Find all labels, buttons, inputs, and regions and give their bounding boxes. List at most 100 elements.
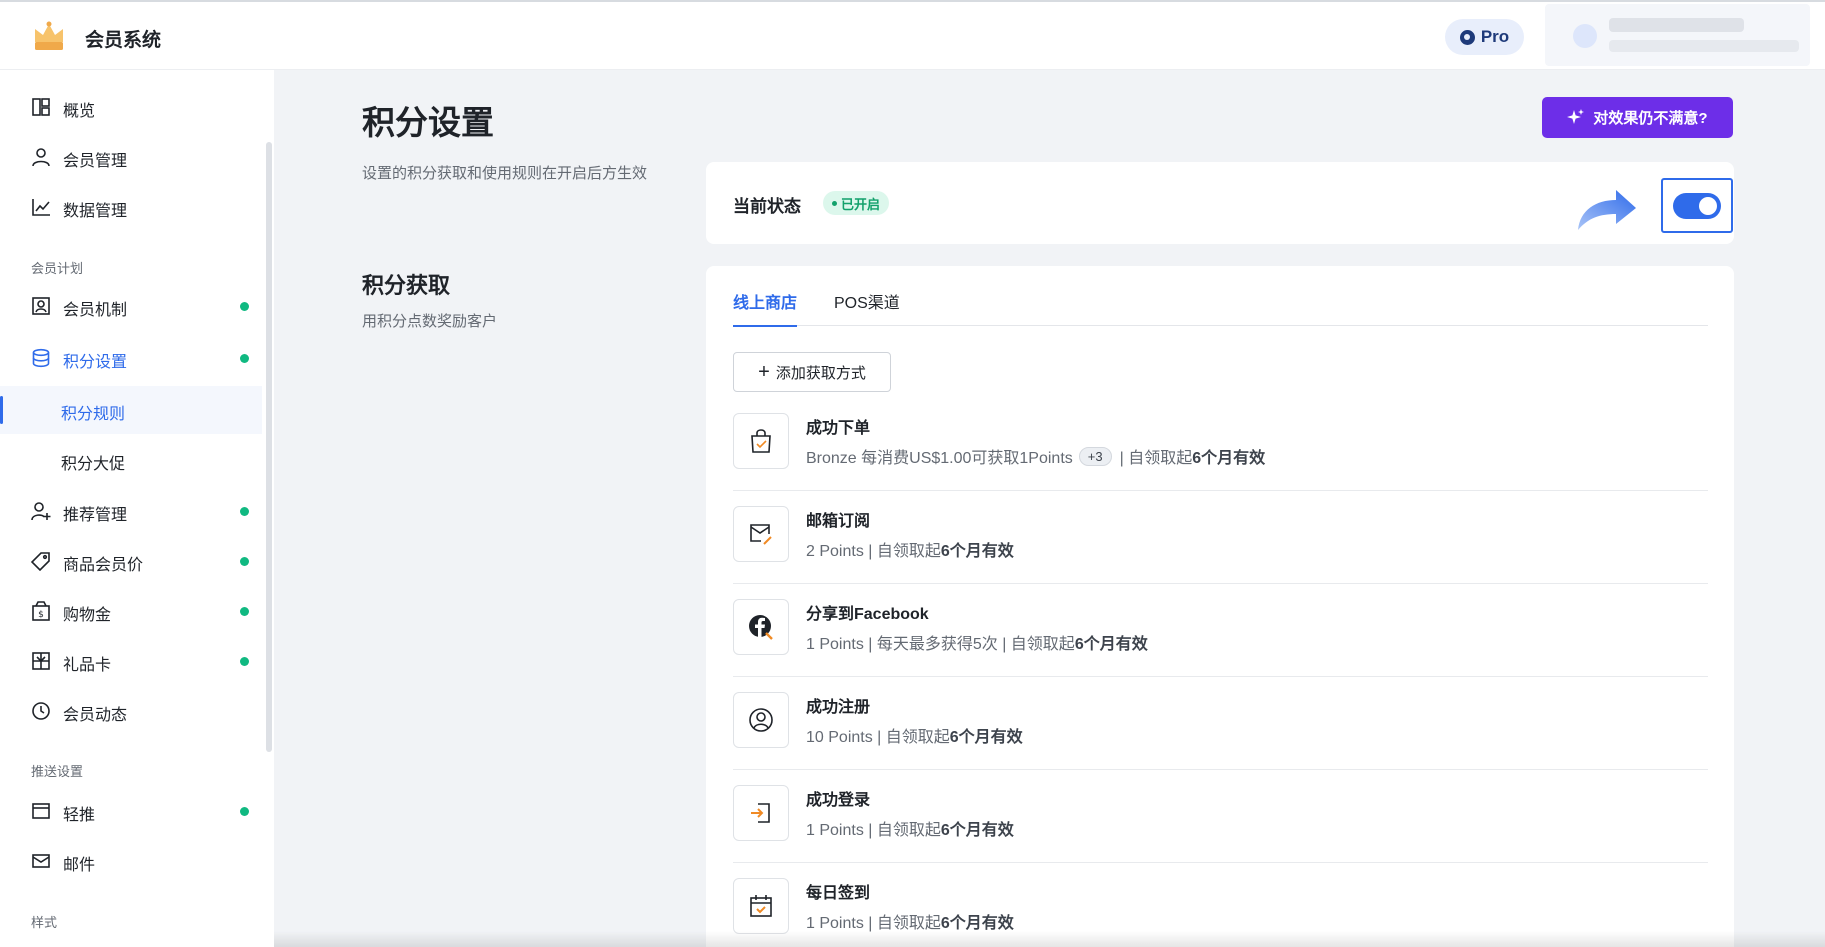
sidebar-subitem-points-rules[interactable]: 积分规则 — [0, 386, 262, 434]
toggle-knob — [1699, 197, 1717, 215]
tag-icon — [31, 552, 50, 571]
rule-desc-text: 1 Points | 自领取起 — [806, 822, 941, 839]
avatar — [1573, 24, 1597, 48]
rule-row-register[interactable]: 成功注册 10 Points | 自领取起 6个月有效 — [733, 677, 1708, 770]
sidebar-item-overview[interactable]: 概览 — [0, 82, 262, 132]
main-content: 积分设置 设置的积分获取和使用规则在开启后方生效 对效果仍不满意? 当前状态 已… — [274, 70, 1825, 947]
dashboard-icon — [32, 98, 50, 116]
status-label: 当前状态 — [733, 197, 801, 216]
sidebar-scrollbar[interactable] — [266, 142, 272, 752]
sidebar-item-member-activity[interactable]: 会员动态 — [0, 686, 262, 736]
rule-icon-box — [733, 785, 789, 841]
rule-row-share-facebook[interactable]: 分享到Facebook 1 Points | 每天最多获得5次 | 自领取起 6… — [733, 584, 1708, 677]
shopping-bag-icon — [751, 429, 771, 453]
rule-row-order[interactable]: 成功下单 Bronze 每消费US$1.00可获取1Points +3 | 自领… — [733, 398, 1708, 491]
rule-validity: 6个月有效 — [1074, 636, 1148, 653]
rule-title: 分享到Facebook — [806, 606, 929, 623]
status-dot — [240, 302, 249, 311]
rule-title: 成功下单 — [806, 420, 871, 437]
status-toggle-highlight — [1661, 178, 1733, 233]
sidebar-item-store-credit[interactable]: $ 购物金 — [0, 586, 262, 636]
sidebar-item-email[interactable]: 邮件 — [0, 836, 262, 886]
user-circle-icon — [749, 708, 773, 732]
rule-row-login[interactable]: 成功登录 1 Points | 自领取起 6个月有效 — [733, 770, 1708, 863]
sidebar-subitem-points-promo[interactable]: 积分大促 — [0, 436, 262, 484]
status-dot — [240, 807, 249, 816]
rule-icon-box — [733, 413, 789, 469]
rule-icon-box — [733, 692, 789, 748]
crown-icon — [35, 21, 63, 50]
facebook-icon — [749, 615, 773, 640]
rule-description: 1 Points | 每天最多获得5次 | 自领取起 6个月有效 — [806, 630, 1148, 654]
add-button-label: 添加获取方式 — [775, 364, 866, 382]
plus-icon: + — [758, 361, 770, 383]
status-badge: 已开启 — [823, 191, 890, 215]
rule-desc-text: 1 Points | 自领取起 — [806, 915, 941, 932]
account-menu[interactable] — [1545, 4, 1810, 66]
pro-plan-badge[interactable]: Pro — [1445, 19, 1524, 55]
login-icon — [751, 803, 770, 823]
sidebar-item-label: 会员动态 — [63, 707, 128, 724]
rule-validity: 6个月有效 — [949, 729, 1023, 746]
mail-edit-icon — [750, 524, 772, 545]
status-toggle[interactable] — [1673, 193, 1721, 219]
rule-desc-text: 1 Points | 每天最多获得5次 | 自领取起 — [806, 636, 1075, 653]
mail-icon — [32, 854, 50, 868]
sidebar-item-gift-card[interactable]: 礼品卡 — [0, 636, 262, 686]
sidebar-item-label: 会员机制 — [63, 302, 128, 319]
sidebar-item-label: 礼品卡 — [63, 657, 112, 674]
top-header: 会员系统 Pro — [0, 0, 1825, 70]
rule-validity: 6个月有效 — [940, 543, 1014, 560]
rule-row-email-subscribe[interactable]: 邮箱订阅 2 Points | 自领取起 6个月有效 — [733, 491, 1708, 584]
rule-desc-text: | 自领取起 — [1119, 450, 1193, 467]
status-dot — [240, 657, 249, 666]
sidebar-item-members[interactable]: 会员管理 — [0, 132, 262, 182]
sidebar-item-membership[interactable]: 会员机制 — [0, 281, 262, 331]
sidebar-item-referral[interactable]: 推荐管理 — [0, 486, 262, 536]
user-icon — [32, 148, 50, 167]
sidebar-item-nudge[interactable]: 轻推 — [0, 786, 262, 836]
window-icon — [32, 803, 50, 819]
sidebar-item-label: 邮件 — [63, 857, 96, 874]
pro-label: Pro — [1480, 27, 1510, 46]
sidebar-item-label: 会员管理 — [63, 153, 128, 170]
tab-pos[interactable]: POS渠道 — [834, 289, 900, 326]
section-title: 积分获取 — [362, 273, 451, 298]
account-name-redacted — [1609, 18, 1744, 32]
sidebar-item-label: 商品会员价 — [63, 557, 144, 574]
status-dot — [240, 557, 249, 566]
rule-icon-box — [733, 506, 789, 562]
rule-title: 成功注册 — [806, 699, 871, 716]
account-email-redacted — [1609, 40, 1799, 52]
rule-title: 每日签到 — [806, 885, 871, 902]
sidebar-item-points-settings[interactable]: 积分设置 — [0, 333, 262, 383]
status-dot — [240, 607, 249, 616]
rule-title: 成功登录 — [806, 792, 871, 809]
rule-description: 1 Points | 自领取起 6个月有效 — [806, 816, 1014, 840]
status-card: 当前状态 已开启 — [706, 162, 1734, 244]
rule-validity: 6个月有效 — [1192, 450, 1266, 467]
curved-arrow-icon — [1578, 190, 1636, 230]
section-label-style: 样式 — [31, 915, 58, 930]
tab-online-store[interactable]: 线上商店 — [733, 289, 798, 327]
section-label-plan: 会员计划 — [31, 261, 84, 276]
sidebar-subitem-label: 积分大促 — [61, 456, 126, 473]
wallet-icon: $ — [32, 601, 50, 621]
cta-label: 对效果仍不满意? — [1593, 110, 1708, 127]
rule-icon-box — [733, 878, 789, 934]
sidebar-item-label: 概览 — [63, 103, 96, 120]
sidebar-item-data[interactable]: 数据管理 — [0, 182, 262, 232]
add-earn-method-button[interactable]: + 添加获取方式 — [733, 352, 891, 392]
sidebar-item-member-price[interactable]: 商品会员价 — [0, 536, 262, 586]
earn-rules-card: 线上商店 POS渠道 + 添加获取方式 成功下单 Bronze 每消费US$1.… — [706, 266, 1734, 947]
app-title: 会员系统 — [85, 30, 162, 51]
rule-desc-text: 10 Points | 自领取起 — [806, 729, 950, 746]
rule-validity: 6个月有效 — [940, 915, 1014, 932]
more-tiers-badge[interactable]: +3 — [1078, 446, 1112, 466]
feedback-cta-button[interactable]: 对效果仍不满意? — [1542, 97, 1733, 138]
sparkle-icon — [1567, 108, 1585, 124]
sidebar-item-label: 数据管理 — [63, 203, 128, 220]
sidebar: 概览 会员管理 数据管理 会员计划 会员机制 积分设置 积分规则 积分大促 推荐… — [0, 70, 274, 947]
rule-validity: 6个月有效 — [940, 822, 1014, 839]
sidebar-item-label: 积分设置 — [63, 354, 128, 371]
